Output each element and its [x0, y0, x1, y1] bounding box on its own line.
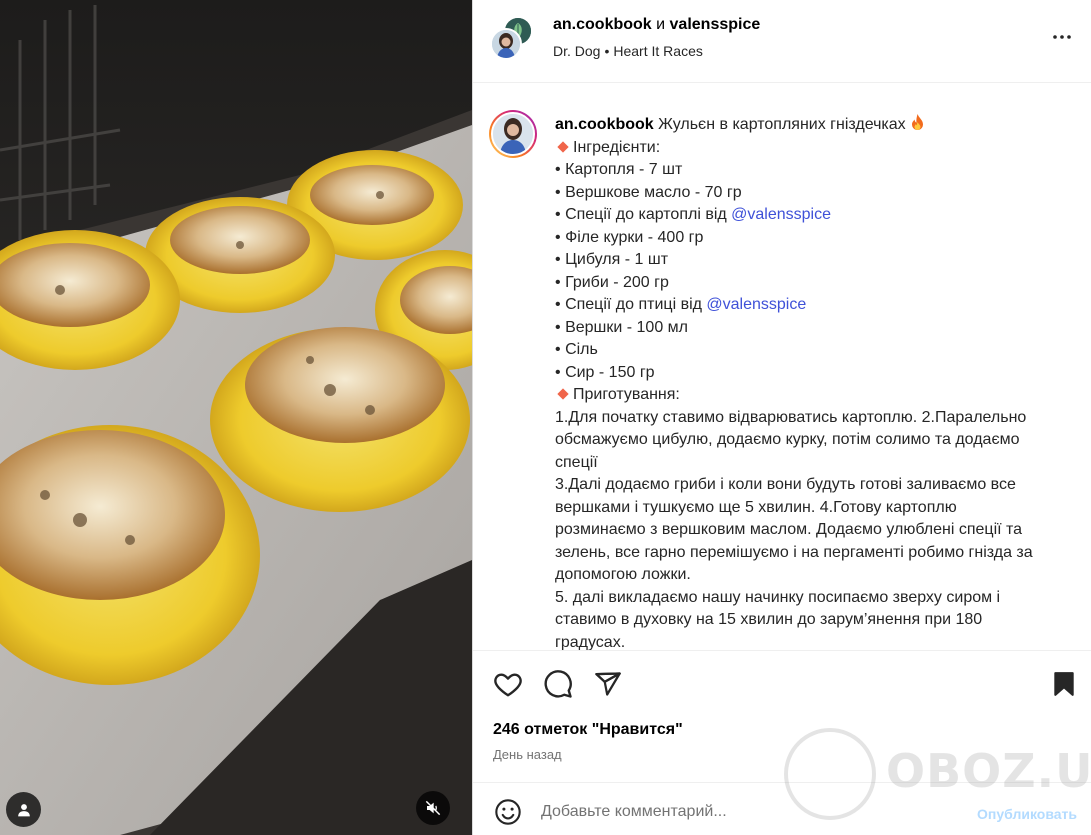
music-artist: Dr. Dog — [553, 43, 601, 59]
post-timestamp[interactable]: День назад — [493, 747, 562, 762]
ingredient-item: • Спеції до птиці від @valensspice — [555, 294, 1080, 317]
caption-title-line: an.cookbook Жульєн в картопляних гніздеч… — [555, 114, 1080, 137]
avatar-an-cookbook[interactable] — [490, 28, 522, 60]
ingredient-item: • Цибуля - 1 шт — [555, 249, 1080, 272]
bookmark-icon — [1054, 672, 1074, 696]
method-line: допомогою ложки. — [555, 566, 691, 583]
ingredient-text: Спеції до птиці від — [565, 296, 707, 313]
collaborator-link[interactable]: valensspice — [670, 16, 761, 33]
ingredient-text: Цибуля - 1 шт — [565, 251, 669, 268]
food-photo — [0, 0, 472, 835]
mention-link[interactable]: @valensspice — [731, 206, 831, 223]
diamond-icon — [557, 141, 569, 153]
ingredient-text: Картопля - 7 шт — [565, 161, 683, 178]
caption-username[interactable]: an.cookbook — [555, 116, 654, 133]
post-panel: an.cookbook и valensspice Dr. Dog • Heart … — [472, 0, 1091, 835]
method-line: зелень, все гарно перемішуємо і на перга… — [555, 543, 1033, 561]
bullet: • — [555, 206, 561, 223]
ingredient-text: Сир - 150 гр — [565, 363, 655, 381]
method-line: 5. далі викладаємо нашу начинку посипаєм… — [555, 588, 1001, 606]
heart-icon — [494, 673, 522, 697]
method-line: обсмажуємо цибулю, додаємо курку, потім … — [555, 431, 1020, 448]
publish-button[interactable]: Опубликовать — [977, 806, 1077, 822]
ingredient-item: • Спеції до картоплі від @valensspice — [555, 204, 1080, 227]
ingredient-item: • Сіль — [555, 339, 1080, 362]
likes-label: отметок "Нравится" — [524, 721, 683, 738]
collab-avatars[interactable] — [490, 16, 534, 60]
method-line: розминаємо з вершковим маслом. Додаємо у… — [555, 521, 1023, 538]
more-options-button[interactable] — [1050, 25, 1074, 49]
ingredient-item: • Вершкове масло - 70 гр — [555, 182, 1080, 205]
ingredient-text: Вершкове масло - 70 гр — [565, 183, 742, 201]
method-line: вершками і тушкуємо ще 5 хвилин. 4.Готов… — [555, 498, 957, 516]
comment-input[interactable] — [541, 799, 941, 825]
likes-count[interactable]: 246 отметок "Нравится" — [493, 721, 683, 739]
user-tag-icon — [17, 803, 30, 816]
ingredient-text: Вершки - 100 мл — [565, 318, 688, 336]
post-header: an.cookbook и valensspice Dr. Dog • Heart … — [473, 0, 1091, 83]
method-line: 3.Далі додаємо гриби і коли вони будуть … — [555, 476, 1016, 493]
method-line: спеції — [555, 453, 598, 471]
mention-link[interactable]: @valensspice — [706, 296, 806, 313]
emoji-button[interactable] — [493, 797, 523, 827]
authors-conjunction: и — [656, 16, 666, 33]
ingredient-item: • Картопля - 7 шт — [555, 159, 1080, 182]
comment-bar: Опубликовать — [473, 782, 1091, 835]
post-media[interactable] — [0, 0, 472, 835]
ingredient-item: • Вершки - 100 мл — [555, 317, 1080, 340]
fire-icon — [911, 114, 923, 130]
ingredient-item: • Сир - 150 гр — [555, 362, 1080, 385]
ingredients-heading-line: Інгредієнти: — [555, 137, 1080, 160]
emoji-smile-icon — [495, 799, 521, 825]
ingredient-text: Гриби - 200 гр — [565, 273, 669, 291]
ingredient-text: Філе курки - 400 гр — [565, 228, 704, 246]
ingredients-heading: Інгредієнти: — [573, 138, 661, 156]
method-line: ставимо в духовку на 15 хвилин до зарум’… — [555, 611, 983, 628]
method-heading: Приготування: — [573, 386, 680, 403]
music-separator: • — [604, 43, 610, 59]
caption-area[interactable]: an.cookbook Жульєн в картопляних гніздеч… — [473, 84, 1091, 650]
like-button[interactable] — [492, 668, 524, 700]
bullet: • — [555, 273, 561, 291]
likes-number: 246 — [493, 721, 520, 738]
comment-button[interactable] — [542, 668, 574, 700]
caption-text: an.cookbook Жульєн в картопляних гніздеч… — [555, 114, 1080, 650]
method-text: 1.Для початку ставимо відварюватись карт… — [555, 407, 1080, 651]
more-horizontal-icon — [1053, 35, 1071, 39]
diamond-icon — [557, 388, 569, 400]
bullet: • — [555, 161, 561, 178]
method-line: градусах. — [555, 633, 626, 651]
muted-speaker-icon — [425, 800, 441, 816]
mute-button[interactable] — [416, 791, 450, 825]
caption-avatar[interactable] — [489, 110, 537, 158]
post-actions: 246 отметок "Нравится" День назад — [473, 650, 1091, 782]
user-tag-button[interactable] — [6, 792, 41, 827]
ingredients-list: • Картопля - 7 шт • Вершкове масло - 70 г… — [555, 159, 1080, 384]
share-icon — [595, 672, 621, 696]
person-avatar-icon — [492, 30, 520, 58]
ingredient-text: Спеції до картоплі від — [565, 206, 732, 223]
save-button[interactable] — [1048, 668, 1080, 700]
post-authors: an.cookbook и valensspice — [553, 16, 760, 34]
music-info[interactable]: Dr. Dog • Heart It Races — [553, 43, 703, 59]
comment-icon — [544, 670, 572, 698]
bullet: • — [555, 341, 561, 358]
method-line: 1.Для початку ставимо відварюватись карт… — [555, 408, 1027, 426]
ingredient-item: • Філе курки - 400 гр — [555, 227, 1080, 250]
bullet: • — [555, 228, 561, 246]
ingredient-text: Сіль — [565, 341, 598, 358]
bullet: • — [555, 318, 561, 336]
share-button[interactable] — [592, 668, 624, 700]
method-heading-line: Приготування: — [555, 384, 1080, 407]
person-avatar-icon — [493, 114, 533, 154]
bullet: • — [555, 183, 561, 201]
author-link[interactable]: an.cookbook — [553, 16, 652, 33]
bullet: • — [555, 363, 561, 381]
bullet: • — [555, 251, 561, 268]
music-track: Heart It Races — [613, 43, 703, 59]
caption-title: Жульєн в картопляних гніздечках — [658, 116, 906, 133]
bullet: • — [555, 296, 561, 313]
ingredient-item: • Гриби - 200 гр — [555, 272, 1080, 295]
